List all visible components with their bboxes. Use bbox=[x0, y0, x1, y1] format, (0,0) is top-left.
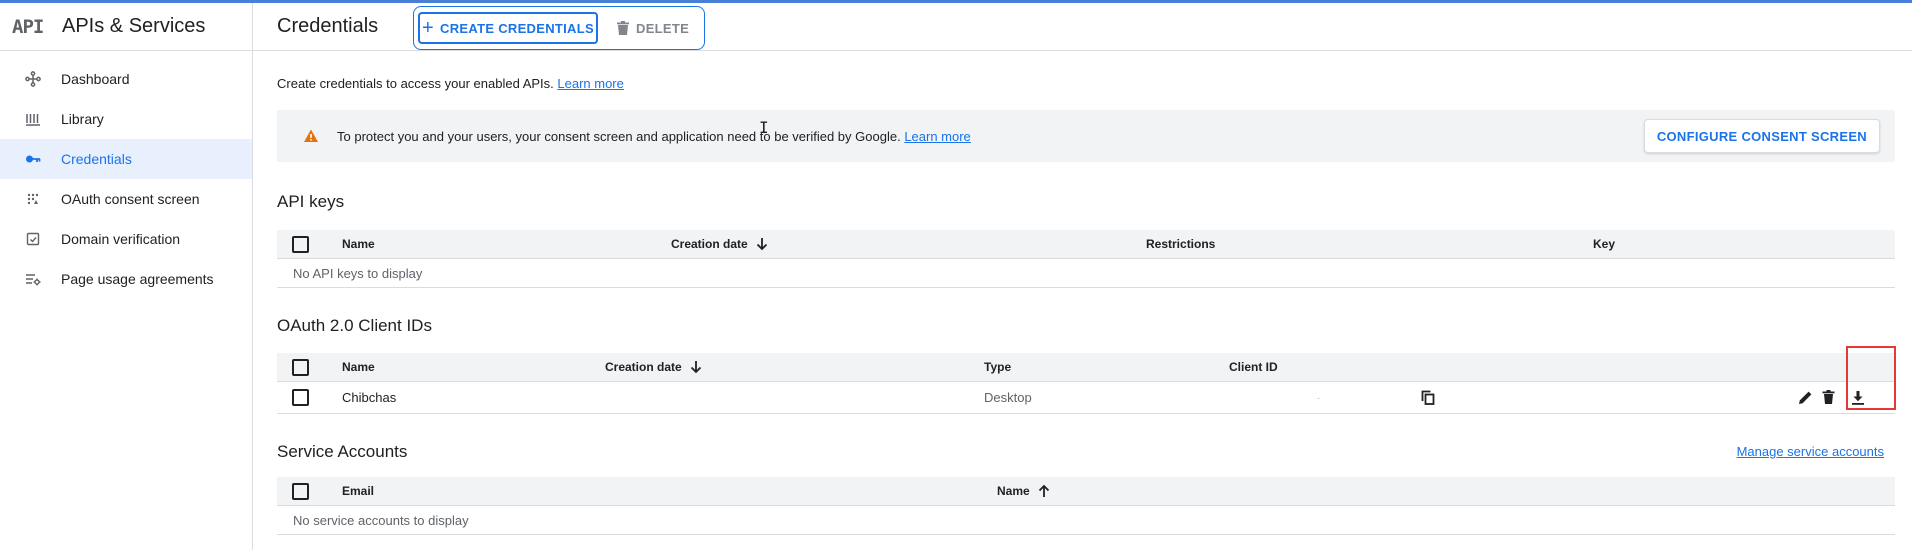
sidebar-item-label: OAuth consent screen bbox=[61, 191, 200, 207]
empty-row: No service accounts to display bbox=[277, 506, 1895, 535]
plus-icon: + bbox=[422, 17, 435, 39]
column-header-key[interactable]: Key bbox=[1593, 230, 1615, 258]
sidebar-item-dashboard[interactable]: Dashboard bbox=[0, 59, 252, 99]
banner-text: To protect you and your users, your cons… bbox=[337, 129, 971, 144]
table-header: Email Name bbox=[277, 477, 1895, 506]
domain-check-icon bbox=[18, 231, 48, 247]
api-keys-title: API keys bbox=[277, 192, 345, 211]
configure-consent-screen-button[interactable]: CONFIGURE CONSENT SCREEN bbox=[1643, 119, 1880, 153]
arrow-up-icon bbox=[1038, 484, 1050, 498]
sidebar-header: API APIs & Services bbox=[0, 3, 252, 51]
intro-message: Create credentials to access your enable… bbox=[277, 76, 554, 91]
intro-learn-more-link[interactable]: Learn more bbox=[557, 76, 623, 91]
key-icon bbox=[18, 151, 48, 167]
sidebar-item-label: Credentials bbox=[61, 151, 132, 167]
copy-client-id-button[interactable] bbox=[1421, 382, 1435, 413]
column-header-name[interactable]: Name bbox=[342, 353, 375, 381]
column-header-name[interactable]: Name bbox=[342, 230, 375, 258]
intro-text: Create credentials to access your enable… bbox=[277, 76, 624, 91]
column-header-label: Creation date bbox=[605, 360, 682, 374]
api-keys-empty-message: No API keys to display bbox=[293, 265, 423, 281]
column-header-creation-date[interactable]: Creation date bbox=[605, 353, 702, 381]
page-title: Credentials bbox=[277, 15, 379, 37]
select-all-checkbox[interactable] bbox=[292, 230, 309, 258]
oauth-client-ids-title: OAuth 2.0 Client IDs bbox=[277, 316, 432, 335]
api-keys-table: Name Creation date Restrictions Key No A… bbox=[277, 230, 1895, 288]
client-type: Desktop bbox=[984, 390, 1032, 405]
column-header-email[interactable]: Email bbox=[342, 477, 374, 505]
arrow-down-icon bbox=[756, 237, 768, 251]
app-title: APIs & Services bbox=[62, 15, 206, 37]
copy-icon bbox=[1421, 390, 1435, 405]
consent-icon bbox=[18, 191, 48, 207]
arrow-down-icon bbox=[690, 360, 702, 374]
trash-icon bbox=[1822, 390, 1835, 404]
banner-message: To protect you and your users, your cons… bbox=[337, 128, 901, 144]
sidebar-item-label: Library bbox=[61, 111, 104, 127]
oauth-client-ids-table: Name Creation date Type Client ID Chibch… bbox=[277, 346, 1896, 414]
trash-icon bbox=[617, 20, 629, 35]
empty-row: No API keys to display bbox=[277, 259, 1895, 288]
delete-client-button[interactable] bbox=[1822, 382, 1835, 413]
pencil-icon bbox=[1799, 391, 1812, 404]
dashboard-icon bbox=[18, 71, 48, 87]
sidebar-item-label: Page usage agreements bbox=[61, 271, 214, 287]
sidebar-item-label: Dashboard bbox=[61, 71, 130, 87]
sidebar-item-credentials[interactable]: Credentials bbox=[0, 139, 252, 179]
text-cursor-icon: I bbox=[759, 118, 769, 137]
sidebar-item-library[interactable]: Library bbox=[0, 99, 252, 139]
select-all-checkbox[interactable] bbox=[292, 477, 309, 505]
delete-label: DELETE bbox=[636, 20, 690, 36]
sidebar-item-label: Domain verification bbox=[61, 231, 181, 247]
consent-warning-banner: To protect you and your users, your cons… bbox=[277, 110, 1895, 162]
create-credentials-label: CREATE CREDENTIALS bbox=[440, 20, 594, 36]
sidebar-item-oauth-consent[interactable]: OAuth consent screen bbox=[0, 179, 252, 219]
client-name-link[interactable]: Chibchas bbox=[342, 382, 396, 413]
table-header: Name Creation date Type Client ID bbox=[277, 353, 1895, 382]
settings-list-icon bbox=[18, 271, 48, 287]
api-logo: API bbox=[12, 15, 44, 38]
select-all-checkbox[interactable] bbox=[292, 353, 309, 381]
sidebar-item-domain-verification[interactable]: Domain verification bbox=[0, 219, 252, 259]
service-accounts-empty-message: No service accounts to display bbox=[293, 512, 469, 528]
delete-button[interactable]: DELETE bbox=[616, 12, 689, 44]
edit-client-button[interactable] bbox=[1798, 382, 1813, 413]
header-action-group: + CREATE CREDENTIALS DELETE bbox=[413, 6, 705, 50]
table-row[interactable]: Chibchas Desktop - bbox=[277, 382, 1895, 414]
sidebar: API APIs & Services Dashboard Library Cr… bbox=[0, 3, 253, 550]
sidebar-nav: Dashboard Library Credentials OAuth cons… bbox=[0, 59, 252, 299]
sidebar-item-page-usage[interactable]: Page usage agreements bbox=[0, 259, 252, 299]
column-header-label: Creation date bbox=[671, 237, 748, 251]
banner-learn-more-link[interactable]: Learn more bbox=[904, 129, 970, 144]
library-icon bbox=[18, 111, 48, 127]
column-header-label: Name bbox=[997, 484, 1030, 498]
service-accounts-title: Service Accounts bbox=[277, 442, 408, 461]
manage-service-accounts-link[interactable]: Manage service accounts bbox=[1737, 444, 1884, 459]
column-header-restrictions[interactable]: Restrictions bbox=[1146, 230, 1215, 258]
column-header-type[interactable]: Type bbox=[984, 353, 1011, 381]
client-id-value: - bbox=[1317, 392, 1320, 403]
download-highlight-box bbox=[1846, 346, 1896, 410]
column-header-name[interactable]: Name bbox=[997, 477, 1050, 505]
service-accounts-table: Email Name No service accounts to displa… bbox=[277, 477, 1895, 535]
column-header-client-id[interactable]: Client ID bbox=[1229, 353, 1278, 381]
column-header-creation-date[interactable]: Creation date bbox=[671, 230, 768, 258]
warning-icon bbox=[303, 128, 319, 144]
row-checkbox[interactable] bbox=[292, 382, 309, 413]
table-header: Name Creation date Restrictions Key bbox=[277, 230, 1895, 259]
create-credentials-button[interactable]: + CREATE CREDENTIALS bbox=[418, 12, 598, 44]
page-header: Credentials + CREATE CREDENTIALS DELETE bbox=[253, 3, 1912, 51]
